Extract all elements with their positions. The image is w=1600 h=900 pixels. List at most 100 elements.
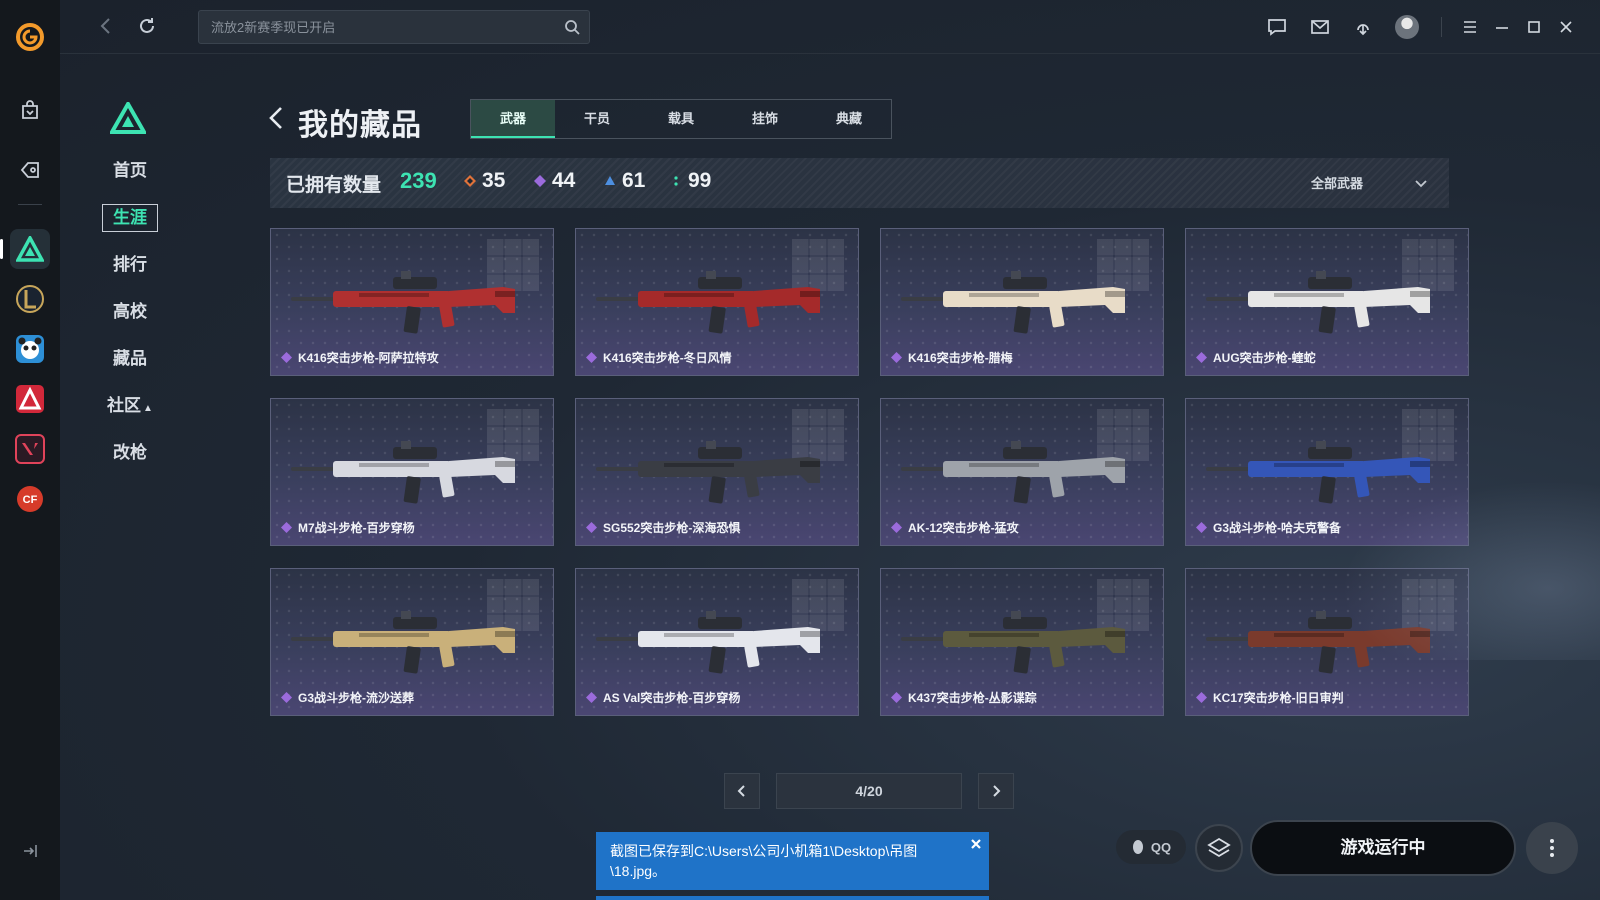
weapon-name-text: SG552突击步枪-深海恐惧 — [603, 521, 741, 535]
blue-triangle-icon — [605, 176, 615, 185]
panda-game-icon[interactable] — [10, 329, 50, 369]
weapon-card[interactable]: SG552突击步枪-深海恐惧 — [575, 398, 859, 546]
back-arrow-icon[interactable] — [94, 14, 118, 38]
tab-vehicles[interactable]: 载具 — [639, 100, 723, 138]
refresh-icon[interactable] — [135, 14, 159, 38]
weapon-card[interactable]: K437突击步枪-丛影谍踪 — [880, 568, 1164, 716]
subnav-colleges[interactable]: 高校 — [100, 296, 160, 343]
weapon-name: K416突击步枪-阿萨拉特攻 — [281, 349, 439, 366]
sub-navigation: 首页 生涯 排行 高校 藏品 社区 ▲ 改枪 — [100, 155, 160, 484]
weapon-image — [1206, 271, 1430, 334]
prev-page-button[interactable] — [724, 773, 760, 809]
rail-divider — [18, 204, 42, 205]
weapon-card[interactable]: G3战斗步枪-流沙送葬 — [270, 568, 554, 716]
next-page-button[interactable] — [978, 773, 1014, 809]
store-bag-icon[interactable] — [10, 90, 50, 130]
weapon-card[interactable]: AS Val突击步枪-百步穿杨 — [575, 568, 859, 716]
purple-diamond-icon — [586, 522, 597, 533]
collapse-rail-icon[interactable] — [22, 843, 38, 864]
delta-force-logo — [108, 99, 148, 134]
purple-diamond-icon — [891, 522, 902, 533]
weapon-name: SG552突击步枪-深海恐惧 — [586, 519, 740, 536]
game-tag-icon[interactable] — [10, 150, 50, 190]
weapon-name-text: K416突击步枪-冬日风情 — [603, 351, 732, 365]
maximize-icon[interactable] — [1524, 17, 1544, 37]
weapon-name: G3战斗步枪-流沙送葬 — [281, 689, 414, 706]
weapon-card[interactable]: K416突击步枪-冬日风情 — [575, 228, 859, 376]
weapon-card[interactable]: M7战斗步枪-百步穿杨 — [270, 398, 554, 546]
weapon-filter-dropdown[interactable]: 全部武器 — [1311, 173, 1429, 192]
rarity-blue-count: 61 — [604, 169, 645, 193]
toast-progress — [596, 896, 989, 900]
green-dots-icon — [674, 176, 678, 186]
more-options-button[interactable] — [1526, 822, 1578, 874]
tab-collector[interactable]: 典藏 — [807, 100, 891, 138]
weapon-card[interactable]: KC17突击步枪-旧日审判 — [1185, 568, 1469, 716]
qq-penguin-icon — [1132, 840, 1143, 854]
weapon-name: K416突击步枪-腊梅 — [891, 349, 1013, 366]
subnav-collection[interactable]: 藏品 — [100, 343, 160, 390]
purple-diamond-icon — [534, 175, 546, 187]
weapon-card[interactable]: G3战斗步枪-哈夫克警备 — [1185, 398, 1469, 546]
page-title: 我的藏品 — [298, 109, 422, 142]
arena-game-icon[interactable] — [10, 379, 50, 419]
tab-weapons[interactable]: 武器 — [471, 100, 555, 138]
purple-diamond-icon — [281, 692, 292, 703]
weapon-card[interactable]: AK-12突击步枪-猛攻 — [880, 398, 1164, 546]
weapon-name: K416突击步枪-冬日风情 — [586, 349, 732, 366]
weapon-image — [596, 441, 820, 504]
qq-label: QQ — [1150, 839, 1172, 855]
top-separator — [1441, 17, 1442, 37]
screenshot-saved-toast: 截图已保存到C:\Users\公司小机箱1\Desktop\吊图\18.jpg。 — [596, 832, 989, 890]
chevron-down-icon — [1415, 179, 1427, 187]
subnav-ranking[interactable]: 排行 — [100, 249, 160, 296]
weapon-image — [901, 611, 1125, 674]
weapon-card[interactable]: K416突击步枪-阿萨拉特攻 — [270, 228, 554, 376]
subnav-home[interactable]: 首页 — [100, 155, 160, 202]
purple-diamond-icon — [1196, 692, 1207, 703]
weapon-name-text: K416突击步枪-阿萨拉特攻 — [298, 351, 439, 365]
search-input[interactable] — [199, 11, 589, 43]
layers-button[interactable] — [1195, 824, 1243, 872]
close-icon[interactable] — [1556, 17, 1576, 37]
pagination: 4/20 — [724, 773, 1014, 809]
valorant-game-icon[interactable] — [10, 429, 50, 469]
search-icon[interactable] — [564, 19, 580, 35]
chat-icon[interactable] — [1266, 16, 1288, 38]
rarity-value: 61 — [622, 169, 646, 192]
subnav-career[interactable]: 生涯 — [100, 202, 160, 249]
mail-icon[interactable] — [1309, 16, 1331, 38]
weapon-image — [1206, 611, 1430, 674]
app-logo-icon[interactable] — [15, 22, 45, 52]
more-vertical-icon — [1550, 839, 1554, 857]
user-avatar[interactable] — [1395, 15, 1419, 39]
weapon-image — [901, 441, 1125, 504]
tab-operators[interactable]: 干员 — [555, 100, 639, 138]
minimize-icon[interactable] — [1492, 17, 1512, 37]
weapon-card[interactable]: K416突击步枪-腊梅 — [880, 228, 1164, 376]
delta-force-game-icon[interactable] — [0, 229, 50, 269]
menu-icon[interactable] — [1460, 17, 1480, 37]
page-back-icon[interactable] — [266, 104, 288, 132]
top-bar — [60, 0, 1600, 54]
tab-charms[interactable]: 挂饰 — [723, 100, 807, 138]
app-rail: CF — [0, 0, 60, 900]
qq-button[interactable]: QQ — [1116, 830, 1186, 864]
layers-icon — [1207, 837, 1231, 858]
crossfire-game-icon[interactable]: CF — [10, 479, 50, 519]
subnav-gun-mod[interactable]: 改枪 — [100, 437, 160, 484]
purple-diamond-icon — [281, 352, 292, 363]
subnav-community[interactable]: 社区 ▲ — [100, 390, 160, 437]
league-game-icon[interactable] — [10, 279, 50, 319]
purple-diamond-icon — [891, 352, 902, 363]
toast-close-icon[interactable] — [969, 836, 983, 850]
rarity-green-count: 99 — [670, 169, 711, 193]
rarity-value: 35 — [482, 169, 506, 192]
weapon-card[interactable]: AUG突击步枪-蝰蛇 — [1185, 228, 1469, 376]
weapon-image — [596, 611, 820, 674]
rarity-orange-count: 35 — [464, 169, 505, 193]
weapon-name-text: G3战斗步枪-哈夫克警备 — [1213, 521, 1342, 535]
main-area: 首页 生涯 排行 高校 藏品 社区▲ 改枪 我的藏品 武器 干员 载具 挂饰 典… — [60, 0, 1600, 900]
game-running-button[interactable]: 游戏运行中 — [1250, 820, 1516, 876]
download-icon[interactable] — [1352, 16, 1374, 38]
